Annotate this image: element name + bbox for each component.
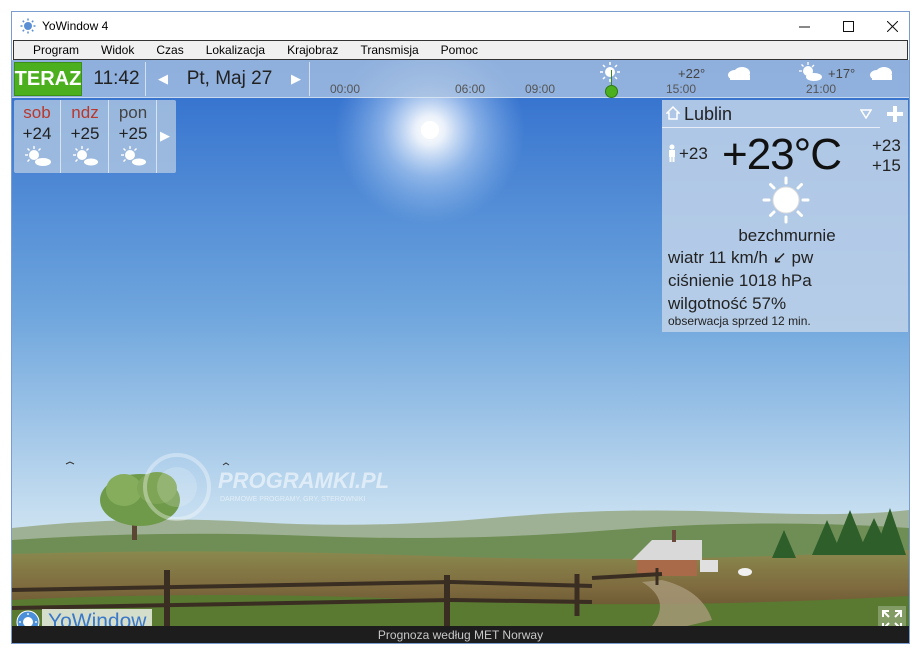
watermark-logo-icon: [143, 453, 211, 521]
sun: [421, 121, 439, 139]
timeline-tick: 06:00: [455, 82, 486, 96]
timeline-sun-icon: [600, 62, 620, 82]
plus-icon: [887, 106, 903, 122]
app-window: YoWindow 4 Program Widok Czas Lokalizacj…: [11, 11, 910, 644]
day-name: sob: [23, 103, 51, 122]
daily-forecast: sob +24 ndz +25 pon +25 ▶: [14, 100, 176, 173]
day-temp: +24: [22, 124, 52, 143]
yowindow-logo-text: YoWindow: [42, 609, 153, 626]
add-location-button[interactable]: [882, 100, 908, 128]
watermark-tagline: DARMOWE PROGRAMY, GRY, STEROWNIKI: [220, 496, 366, 503]
minimize-icon: [798, 26, 810, 27]
next-day-icon[interactable]: ▶: [291, 71, 301, 87]
day-name: pon: [118, 103, 148, 122]
menu-program[interactable]: Program: [14, 43, 90, 57]
cloud-icon: [728, 67, 750, 80]
forecast-day[interactable]: pon +25: [110, 100, 157, 173]
menu-bar: Program Widok Czas Lokalizacja Krajobraz…: [13, 40, 908, 60]
chevron-down-icon[interactable]: [860, 109, 872, 119]
menu-transmisja[interactable]: Transmisja: [349, 43, 429, 57]
feels-like-temp: +23: [679, 144, 708, 163]
timeline-tick: 09:00: [525, 82, 556, 96]
sun-cloud-icon: [73, 146, 98, 166]
close-button[interactable]: [870, 12, 909, 40]
timeline-tick: 21:00: [806, 82, 837, 96]
current-temperature: +23°C: [722, 130, 842, 179]
forecast-source: Prognoza według MET Norway: [12, 626, 909, 643]
weather-stage: PROGRAMKI.PL DARMOWE PROGRAMY, GRY, STER…: [12, 60, 909, 626]
horse: [738, 568, 752, 576]
timeline-temp: +17°: [828, 66, 856, 81]
title-bar: YoWindow 4: [12, 12, 909, 40]
humidity-info: wilgotność 57%: [668, 294, 787, 313]
pressure-info: ciśnienie 1018 hPa: [668, 271, 812, 290]
fullscreen-button[interactable]: [878, 606, 906, 626]
yowindow-logo-icon: [16, 610, 40, 626]
watermark-brand: PROGRAMKI.PL: [218, 468, 390, 493]
forecast-day[interactable]: ndz +25: [62, 100, 109, 173]
forecast-day[interactable]: sob +24: [14, 100, 61, 173]
minimize-button[interactable]: [782, 12, 826, 40]
day-name: ndz: [71, 103, 99, 122]
high-temp: +23: [872, 136, 901, 155]
current-conditions-panel: Lublin +23 +23°C +23 +15 bezchmurnie wia…: [662, 100, 908, 332]
watermark: PROGRAMKI.PL DARMOWE PROGRAMY, GRY, STER…: [142, 452, 389, 522]
current-date: Pt, Maj 27: [186, 68, 273, 89]
fullscreen-icon: [882, 610, 902, 626]
condition-text: bezchmurnie: [738, 226, 836, 245]
location-selector[interactable]: Lublin: [662, 100, 880, 128]
timeline-tick: 00:00: [330, 82, 361, 96]
yowindow-app-icon: [20, 18, 36, 34]
timeline-temp: +22°: [678, 66, 706, 81]
observation-age: obserwacja sprzed 12 min.: [668, 314, 811, 328]
location-name: Lublin: [684, 104, 733, 124]
current-time[interactable]: 11:42: [88, 62, 146, 96]
day-temp: +25: [70, 124, 100, 143]
window-title: YoWindow 4: [42, 19, 109, 33]
timeline-tick: 15:00: [666, 82, 697, 96]
time-bar: TERAZ 11:42 ◀ Pt, Maj 27 ▶ 00:00 06:00 0…: [12, 60, 909, 98]
maximize-button[interactable]: [826, 12, 870, 40]
wind-info: wiatr 11 km/h ↙ pw: [668, 248, 814, 267]
person-icon: [669, 144, 675, 162]
menu-czas[interactable]: Czas: [145, 43, 194, 57]
close-icon: [886, 20, 898, 32]
next-days-icon[interactable]: ▶: [160, 128, 170, 144]
menu-krajobraz[interactable]: Krajobraz: [276, 43, 349, 57]
now-button[interactable]: TERAZ: [14, 62, 82, 96]
home-icon: [666, 106, 680, 120]
menu-widok[interactable]: Widok: [90, 43, 145, 57]
menu-lokalizacja[interactable]: Lokalizacja: [195, 43, 276, 57]
maximize-icon: [842, 20, 854, 32]
date-selector: ◀ Pt, Maj 27 ▶: [150, 62, 310, 96]
sun-cloud-icon: [25, 146, 51, 166]
menu-pomoc[interactable]: Pomoc: [430, 43, 489, 57]
prev-day-icon[interactable]: ◀: [158, 71, 168, 87]
timeline-marker-knob[interactable]: [605, 85, 618, 98]
timeline[interactable]: 00:00 06:00 09:00 15:00 21:00 +22° +17°: [316, 60, 909, 98]
sun-cloud-icon: [121, 146, 146, 166]
sun-icon: [762, 176, 810, 224]
cloud-icon: [870, 67, 892, 80]
day-temp: +25: [118, 124, 148, 143]
low-temp: +15: [872, 156, 901, 175]
sun-cloud-icon: [799, 62, 822, 81]
